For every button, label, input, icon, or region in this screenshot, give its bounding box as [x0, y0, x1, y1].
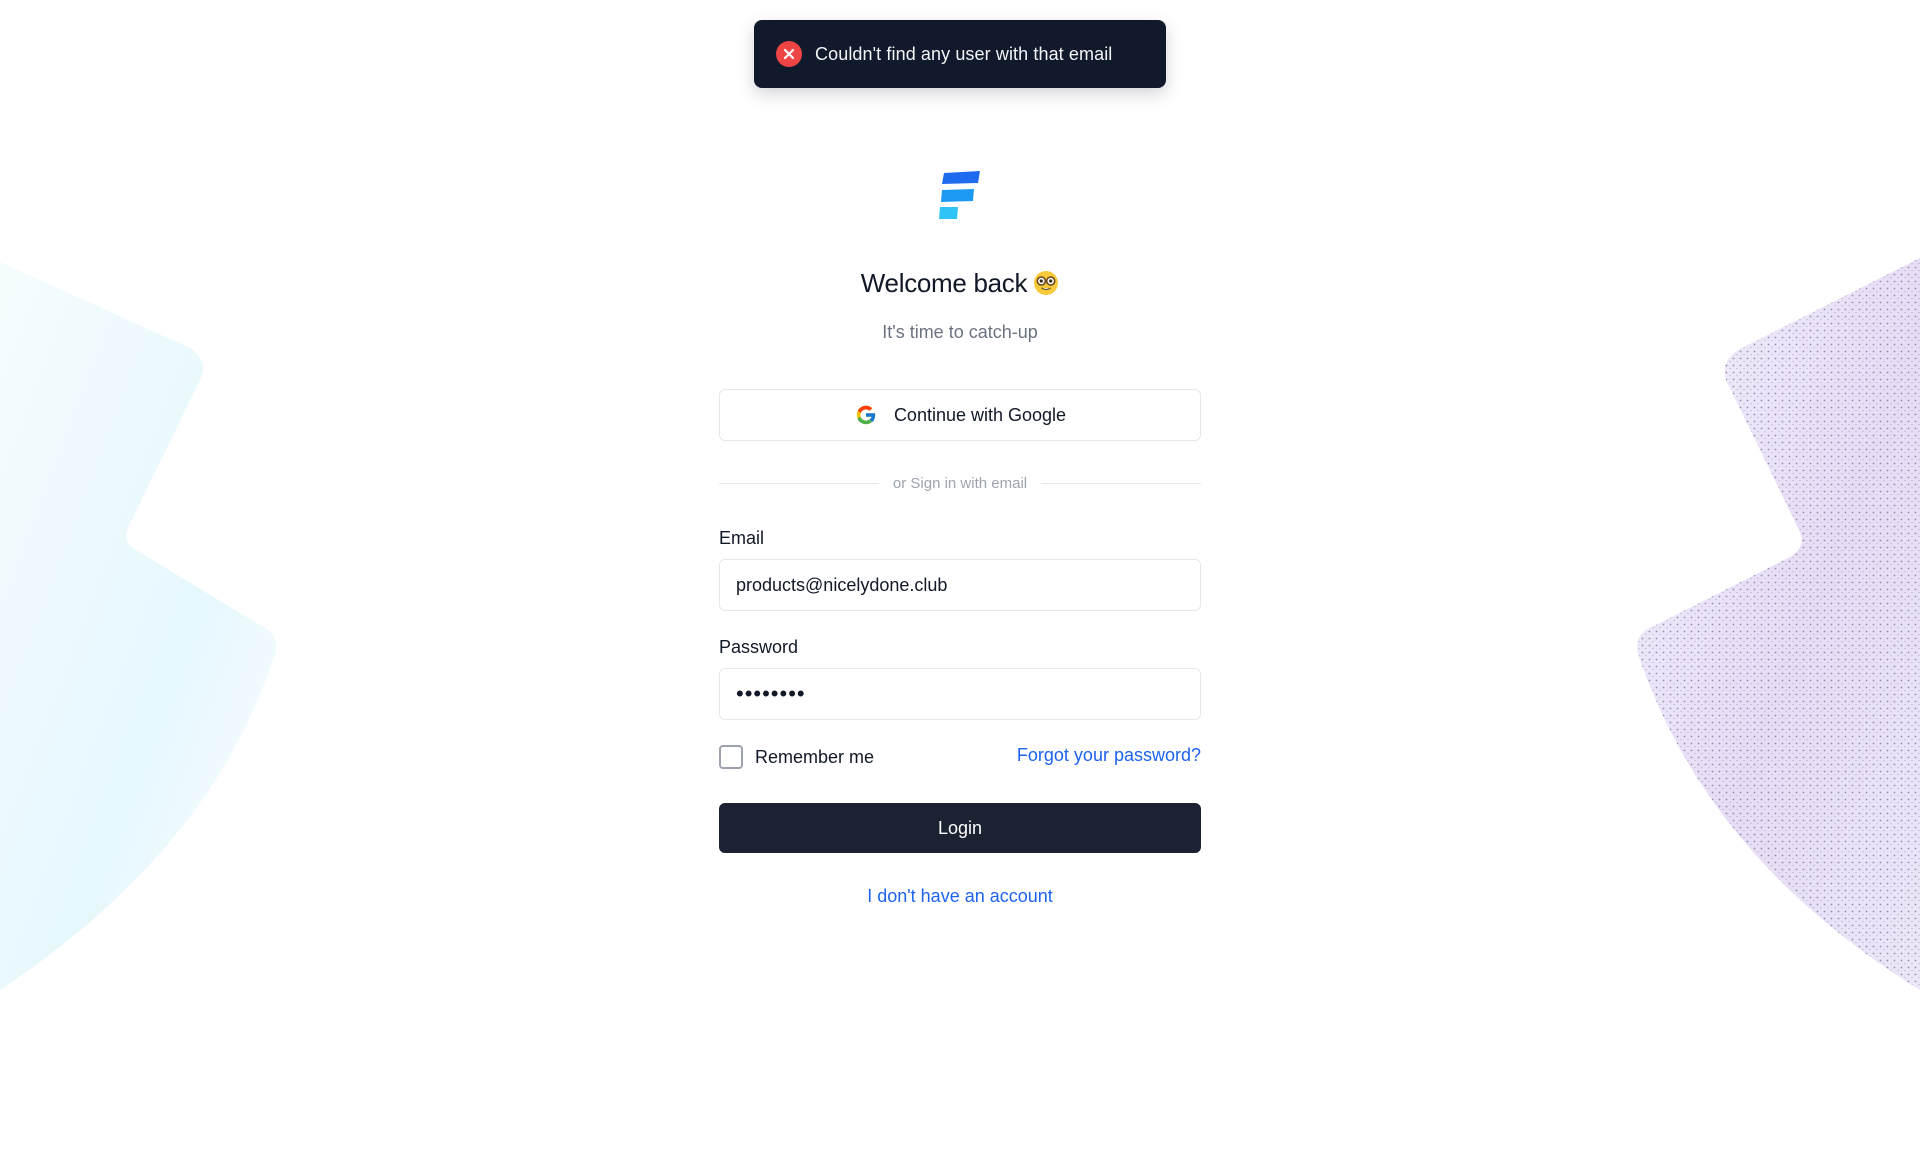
page-title: Welcome back [660, 268, 1260, 303]
nerd-face-emoji-icon [1033, 270, 1059, 303]
page-title-text: Welcome back [860, 268, 1028, 298]
no-account-link[interactable]: I don't have an account [660, 886, 1260, 907]
divider: or Sign in with email [719, 472, 1202, 494]
error-x-icon [776, 41, 802, 67]
continue-with-google-button[interactable]: Continue with Google [719, 389, 1201, 441]
google-button-label: Continue with Google [893, 404, 1067, 425]
page-subtitle: It's time to catch-up [882, 322, 1038, 342]
login-page: Couldn't find any user with that email W… [0, 0, 1920, 1160]
password-label: Password [719, 637, 799, 657]
error-toast: Couldn't find any user with that email [754, 20, 1166, 88]
background-decoration-right [1637, 258, 1920, 990]
remember-me[interactable]: Remember me [719, 743, 874, 771]
divider-line-right [1041, 482, 1202, 484]
divider-line-left [719, 482, 879, 484]
google-icon [854, 403, 878, 427]
password-field[interactable] [719, 668, 1201, 720]
divider-text: or Sign in with email [892, 474, 1028, 492]
email-field[interactable] [719, 559, 1201, 611]
email-label: Email [719, 528, 765, 548]
remember-me-checkbox[interactable] [719, 745, 743, 769]
toast-message: Couldn't find any user with that email [815, 43, 1113, 64]
background-decoration-left [0, 262, 277, 990]
remember-me-label: Remember me [755, 746, 875, 767]
login-button[interactable]: Login [719, 803, 1201, 853]
forgot-password-link[interactable]: Forgot your password? [1017, 745, 1201, 766]
brand-logo-icon [939, 171, 980, 219]
